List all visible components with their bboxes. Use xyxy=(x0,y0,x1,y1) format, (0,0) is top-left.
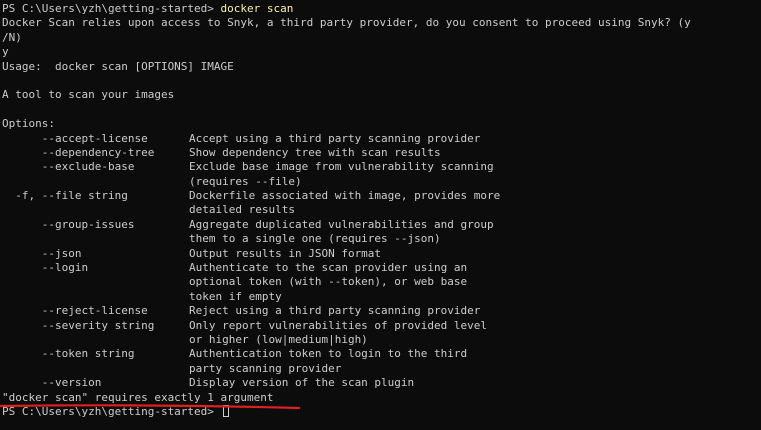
option-row: them to a single one (requires --json) xyxy=(2,232,761,246)
option-name xyxy=(2,232,189,246)
option-name xyxy=(2,203,189,217)
option-name xyxy=(2,333,189,347)
option-row: --accept-license Accept using a third par… xyxy=(2,132,761,146)
option-row: detailed results xyxy=(2,203,761,217)
option-name: --version xyxy=(2,376,102,390)
option-description: detailed results xyxy=(189,203,295,217)
option-description: Reject using a third party scanning prov… xyxy=(189,304,481,318)
options-header: Options: xyxy=(2,117,55,131)
command-text: docker scan xyxy=(220,2,294,15)
option-description: party scanning provider xyxy=(189,361,342,375)
option-description: Exclude base image from vulnerability sc… xyxy=(189,160,494,174)
option-description: Aggregate duplicated vulnerabilities and… xyxy=(189,217,494,231)
options-list: --accept-license Accept using a third par… xyxy=(2,132,761,391)
option-row: --token string Authentication token to lo… xyxy=(2,347,761,361)
consent-question: Docker Scan relies upon access to Snyk, … xyxy=(2,16,691,30)
option-description: Only report vulnerabilities of provided … xyxy=(189,318,488,332)
option-name: --login xyxy=(2,261,89,275)
option-name xyxy=(2,275,189,289)
description-line: A tool to scan your images xyxy=(2,88,175,102)
option-description: them to a single one (requires --json) xyxy=(189,232,441,246)
option-name: --exclude-base xyxy=(2,160,135,174)
option-row: --exclude-base Exclude base image from vu… xyxy=(2,160,761,174)
command-line: PS C:\Users\yzh\getting-started> docker … xyxy=(2,2,761,16)
option-row: --version Display version of the scan plu… xyxy=(2,376,761,390)
option-name: --token string xyxy=(2,347,135,361)
option-description: Dockerfile associated with image, provid… xyxy=(189,189,501,203)
option-description: (requires --file) xyxy=(189,174,302,188)
option-row: --severity string Only report vulnerabili… xyxy=(2,319,761,333)
consent-answer: y xyxy=(2,45,9,59)
consent-question-continued: /N) xyxy=(2,30,22,44)
option-row: --dependency-tree Show dependency tree wi… xyxy=(2,146,761,160)
option-description: Display version of the scan plugin xyxy=(189,376,415,390)
option-name: --accept-license xyxy=(2,131,148,145)
option-description: Authentication token to login to the thi… xyxy=(189,347,468,361)
usage-line: Usage: docker scan [OPTIONS] IMAGE xyxy=(2,59,234,73)
option-row: or higher (low|medium|high) xyxy=(2,333,761,347)
option-name xyxy=(2,175,189,189)
option-name: --reject-license xyxy=(2,304,148,318)
option-description: optional token (with --token), or web ba… xyxy=(189,275,468,289)
option-name xyxy=(2,362,189,376)
option-description: Show dependency tree with scan results xyxy=(189,145,441,159)
option-description: token if empty xyxy=(189,289,282,303)
option-description: Accept using a third party scanning prov… xyxy=(189,131,481,145)
option-name: --severity string xyxy=(2,318,155,332)
underline-stroke xyxy=(0,404,300,410)
option-name: --json xyxy=(2,246,82,260)
option-description: or higher (low|medium|high) xyxy=(189,332,368,346)
option-name: --dependency-tree xyxy=(2,145,155,159)
option-row: --json Output results in JSON format xyxy=(2,247,761,261)
terminal-window[interactable]: PS C:\Users\yzh\getting-started> docker … xyxy=(0,0,761,430)
option-row: --login Authenticate to the scan provider… xyxy=(2,261,761,275)
option-row: token if empty xyxy=(2,290,761,304)
red-underline-annotation xyxy=(0,404,300,410)
option-row: --reject-license Reject using a third par… xyxy=(2,304,761,318)
option-description: Output results in JSON format xyxy=(189,246,382,260)
option-description: Authenticate to the scan provider using … xyxy=(189,261,468,275)
prompt: PS C:\Users\yzh\getting-started> xyxy=(2,2,214,15)
option-row: optional token (with --token), or web ba… xyxy=(2,275,761,289)
option-row: --group-issues Aggregate duplicated vulne… xyxy=(2,218,761,232)
option-name xyxy=(2,290,189,304)
option-row: party scanning provider xyxy=(2,362,761,376)
option-row: (requires --file) xyxy=(2,175,761,189)
option-row: -f, --file string Dockerfile associated w… xyxy=(2,189,761,203)
option-name: --group-issues xyxy=(2,217,135,231)
option-name: -f, --file string xyxy=(2,189,128,203)
